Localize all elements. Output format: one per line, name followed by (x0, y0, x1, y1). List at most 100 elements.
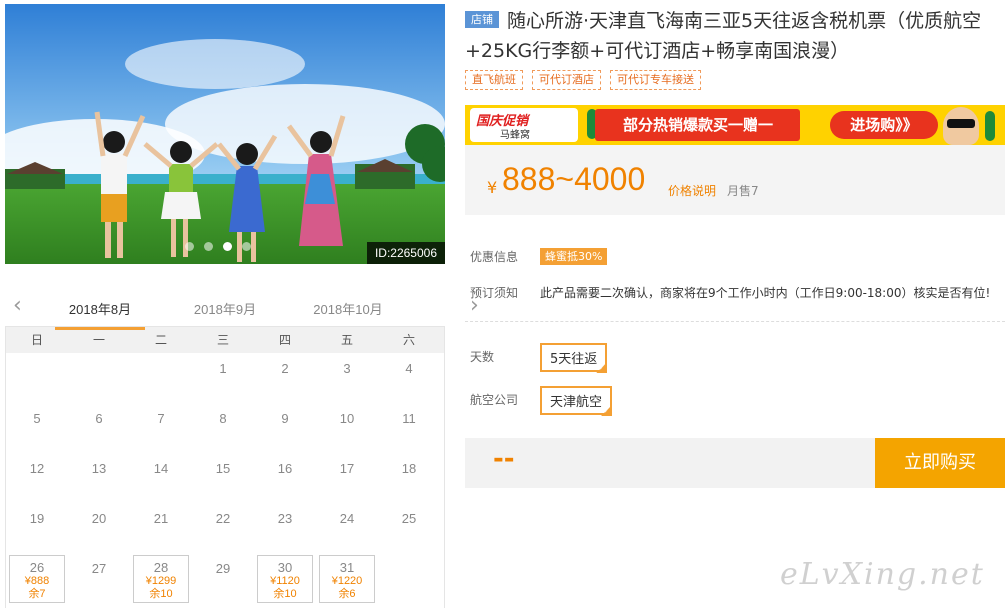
calendar-day: 1 (192, 353, 254, 403)
days-label: 天数 (470, 350, 495, 364)
product-summary: 店铺 随心所游·天津直飞海南三亚5天往返含税机票（优质航空+25KG行李额+可代订… (465, 6, 1005, 90)
calendar-day: 21 (130, 503, 192, 553)
calendar-day: 19 (6, 503, 68, 553)
calendar-day: 6 (68, 403, 130, 453)
day-number: 12 (29, 461, 45, 476)
carousel-dot[interactable] (242, 242, 251, 251)
calendar-day[interactable]: 28 ¥1299 余10 (133, 555, 189, 603)
price-note-link[interactable]: 价格说明 (668, 182, 716, 199)
carousel-dot[interactable] (185, 242, 194, 251)
month-tabs: ‹ 2018年8月 2018年9月 2018年10月 › (5, 290, 479, 330)
days-option-selected[interactable]: 5天往返 (540, 343, 608, 372)
product-title: 店铺 随心所游·天津直飞海南三亚5天往返含税机票（优质航空+25KG行李额+可代订… (465, 6, 1005, 66)
day-number: 6 (95, 411, 103, 426)
day-number: 24 (339, 511, 355, 526)
day-number: 28 (153, 560, 169, 575)
calendar-day: 16 (254, 453, 316, 503)
day-number: 29 (215, 561, 231, 576)
tab-month-oct[interactable]: 2018年10月 (303, 299, 393, 318)
airline-label: 航空公司 (470, 393, 519, 407)
day-remaining: 余6 (338, 588, 356, 600)
sunglasses-face-icon (943, 107, 979, 145)
calendar-empty-cell (130, 353, 192, 403)
buy-now-button[interactable]: 立即购买 (875, 438, 1005, 488)
day-price: ¥1120 (270, 575, 300, 587)
day-number: 17 (339, 461, 355, 476)
calendar-day: 25 (378, 503, 440, 553)
prev-month-arrow-icon[interactable]: ‹ (13, 295, 27, 317)
calendar-day: 5 (6, 403, 68, 453)
divider (465, 321, 1005, 322)
day-number: 7 (157, 411, 165, 426)
day-number: 23 (277, 511, 293, 526)
tag-direct-flight: 直飞航班 (465, 70, 523, 90)
banner-promo-text: 部分热销爆款买一赠一 (595, 109, 800, 141)
tab-month-aug[interactable]: 2018年8月 (55, 299, 145, 330)
monthly-sales: 月售7 (727, 184, 759, 198)
day-number: 20 (91, 511, 107, 526)
day-number: 4 (405, 361, 413, 376)
calendar-day: 17 (316, 453, 378, 503)
calendar-day[interactable]: 26 ¥888 余7 (9, 555, 65, 603)
weekday-header: 日 一 二 三 四 五 六 (5, 327, 445, 353)
calendar-day: 8 (192, 403, 254, 453)
booking-label: 预订须知 (470, 286, 519, 300)
day-number: 10 (339, 411, 355, 426)
calendar-day: 23 (254, 503, 316, 553)
weekday-label: 五 (340, 333, 353, 347)
product-photo[interactable]: ID:2265006 (5, 4, 445, 264)
shop-badge[interactable]: 店铺 (465, 11, 499, 28)
calendar-day[interactable]: 31 ¥1220 余6 (319, 555, 375, 603)
product-tags: 直飞航班 可代订酒店 可代订专车接送 (465, 70, 1005, 90)
weekday-label: 四 (278, 333, 291, 347)
watermark: eLvXing.net (780, 557, 985, 592)
calendar-day[interactable]: 30 ¥1120 余10 (257, 555, 313, 603)
calendar-day: 15 (192, 453, 254, 503)
product-title-text: 随心所游·天津直飞海南三亚5天往返含税机票（优质航空+25KG行李额+可代订酒店… (465, 10, 982, 62)
booking-note: 此产品需要二次确认，商家将在9个工作小时内（工作日9:00-18:00）核实是否… (540, 286, 991, 300)
day-number: 9 (281, 411, 289, 426)
weekday-label: 日 (30, 333, 43, 347)
calendar-day: 2 (254, 353, 316, 403)
day-number: 21 (153, 511, 169, 526)
price-currency: ¥ (487, 178, 498, 197)
calendar-day: 29 (192, 553, 254, 603)
carousel-dot-active[interactable] (223, 242, 232, 251)
promo-banner[interactable]: 国庆促销 马蜂窝 部分热销爆款买一赠一 进场购》》 (465, 105, 1005, 145)
airline-option-selected[interactable]: 天津航空 (540, 386, 613, 415)
cactus-icon (985, 111, 995, 141)
calendar-day: 18 (378, 453, 440, 503)
day-remaining: 余7 (28, 588, 46, 600)
buy-bar: -- 立即购买 (465, 438, 1005, 488)
calendar-day: 7 (130, 403, 192, 453)
carousel-dot[interactable] (204, 242, 213, 251)
calendar-empty-cell (68, 353, 130, 403)
carousel-dots (185, 242, 251, 251)
day-number: 5 (33, 411, 41, 426)
banner-enter-button[interactable]: 进场购》》 (830, 111, 938, 139)
calendar-day: 4 (378, 353, 440, 403)
discount-badge: 蜂蜜抵30% (540, 248, 608, 265)
day-number: 25 (401, 511, 417, 526)
photo-id-label: ID:2265006 (366, 242, 445, 264)
day-number: 19 (29, 511, 45, 526)
calendar-day: 27 (68, 553, 130, 603)
beach-kids-image (5, 4, 445, 264)
day-number: 22 (215, 511, 231, 526)
weekday-label: 六 (402, 333, 415, 347)
day-number: 31 (339, 560, 355, 575)
tab-month-sep[interactable]: 2018年9月 (180, 299, 270, 318)
calendar-day: 9 (254, 403, 316, 453)
day-number: 8 (219, 411, 227, 426)
calendar-day: 13 (68, 453, 130, 503)
day-price: ¥1220 (331, 575, 363, 587)
weekday-label: 一 (92, 333, 105, 347)
weekday-label: 三 (216, 333, 229, 347)
calendar-day: 12 (6, 453, 68, 503)
day-number: 13 (91, 461, 107, 476)
price-range: 888~4000 (502, 161, 646, 197)
day-number: 16 (277, 461, 293, 476)
day-number: 2 (281, 361, 289, 376)
price-panel: ¥ 888~4000 价格说明 月售7 (465, 145, 1005, 215)
tag-hotel-booking: 可代订酒店 (532, 70, 601, 90)
